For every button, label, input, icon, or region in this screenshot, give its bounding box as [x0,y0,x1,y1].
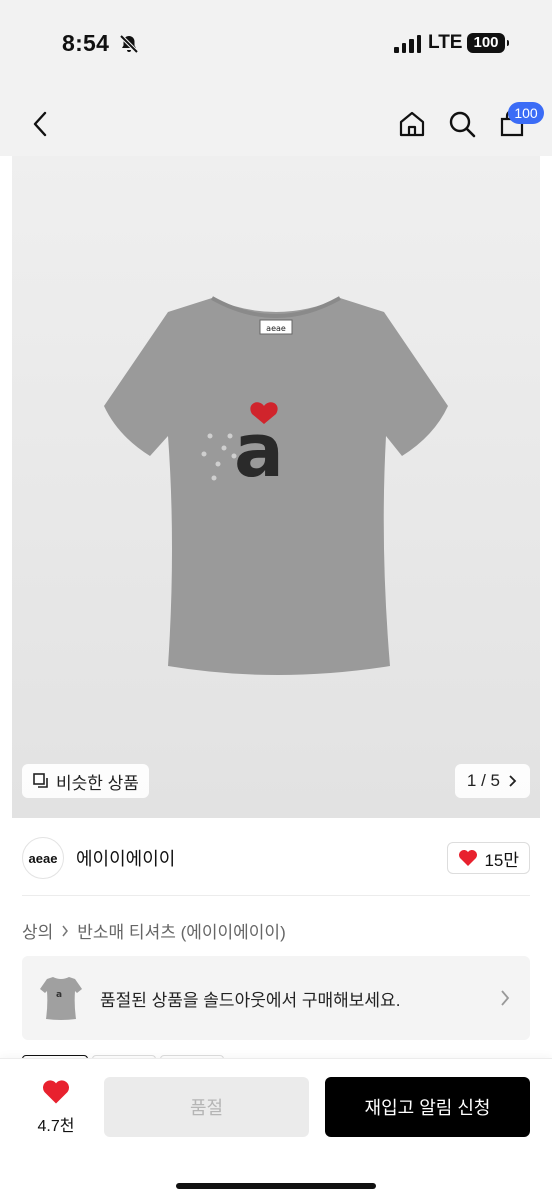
restock-alert-button[interactable]: 재입고 알림 신청 [325,1077,530,1137]
divider [22,895,530,896]
brand-name[interactable]: 에이이에이이 [76,845,175,871]
wish-count: 4.7천 [37,1118,75,1135]
chevron-right-icon [62,925,69,936]
status-bar: 8:54 LTE 100 [0,0,552,92]
back-button[interactable] [18,92,62,156]
brand-like-button[interactable]: 15만 [447,842,530,874]
heart-icon [43,1080,69,1104]
chevron-right-icon [509,775,517,787]
search-button[interactable] [440,92,484,156]
home-indicator [176,1183,376,1189]
status-time: 8:54 [62,30,110,56]
silent-bell-icon [118,33,140,60]
heart-icon [459,850,478,866]
brand-logo[interactable]: aeae [22,837,64,879]
soldout-button: 품절 [104,1077,309,1137]
chevron-left-icon [33,111,47,137]
page-indicator-text: 1 / 5 [466,771,500,790]
breadcrumb: 상의 반소매 티셔츠 (에이이에이이) [22,918,286,943]
battery-icon: 100 [467,33,509,53]
product-image-carousel[interactable]: aeae a 비슷한 상품 1 / 5 [12,156,540,818]
chevron-right-icon [501,990,510,1006]
search-icon [449,111,476,138]
soldout-banner-text: 품절된 상품을 솔드아웃에서 구매해보세요. [100,990,401,1010]
brand-row: aeae 에이이에이이 15만 [22,836,530,880]
top-nav [0,92,552,156]
signal-icon [394,35,421,53]
home-button[interactable] [390,92,434,156]
bottom-action-bar: 4.7천 품절 재입고 알림 신청 [0,1058,552,1200]
svg-text:a: a [234,408,284,494]
copy-icon [33,773,48,788]
soldout-banner[interactable]: a 품절된 상품을 솔드아웃에서 구매해보세요. [22,956,530,1040]
neck-label: aeae [266,324,286,333]
image-page-indicator[interactable]: 1 / 5 [454,764,530,798]
similar-products-label: 비슷한 상품 [56,773,139,793]
svg-text:a: a [56,990,62,1000]
network-type: LTE [428,32,463,53]
similar-products-button[interactable]: 비슷한 상품 [22,764,149,798]
home-icon [399,111,425,137]
brand-like-count: 15만 [484,850,519,870]
cart-count-badge: 100 [508,102,544,124]
breadcrumb-subcategory[interactable]: 반소매 티셔츠 (에이이에이이) [77,918,285,943]
tshirt-image: aeae a [104,296,448,675]
soldout-thumbnail: a [38,971,84,1025]
wish-button[interactable]: 4.7천 [30,1079,82,1136]
breadcrumb-category[interactable]: 상의 [22,918,53,943]
